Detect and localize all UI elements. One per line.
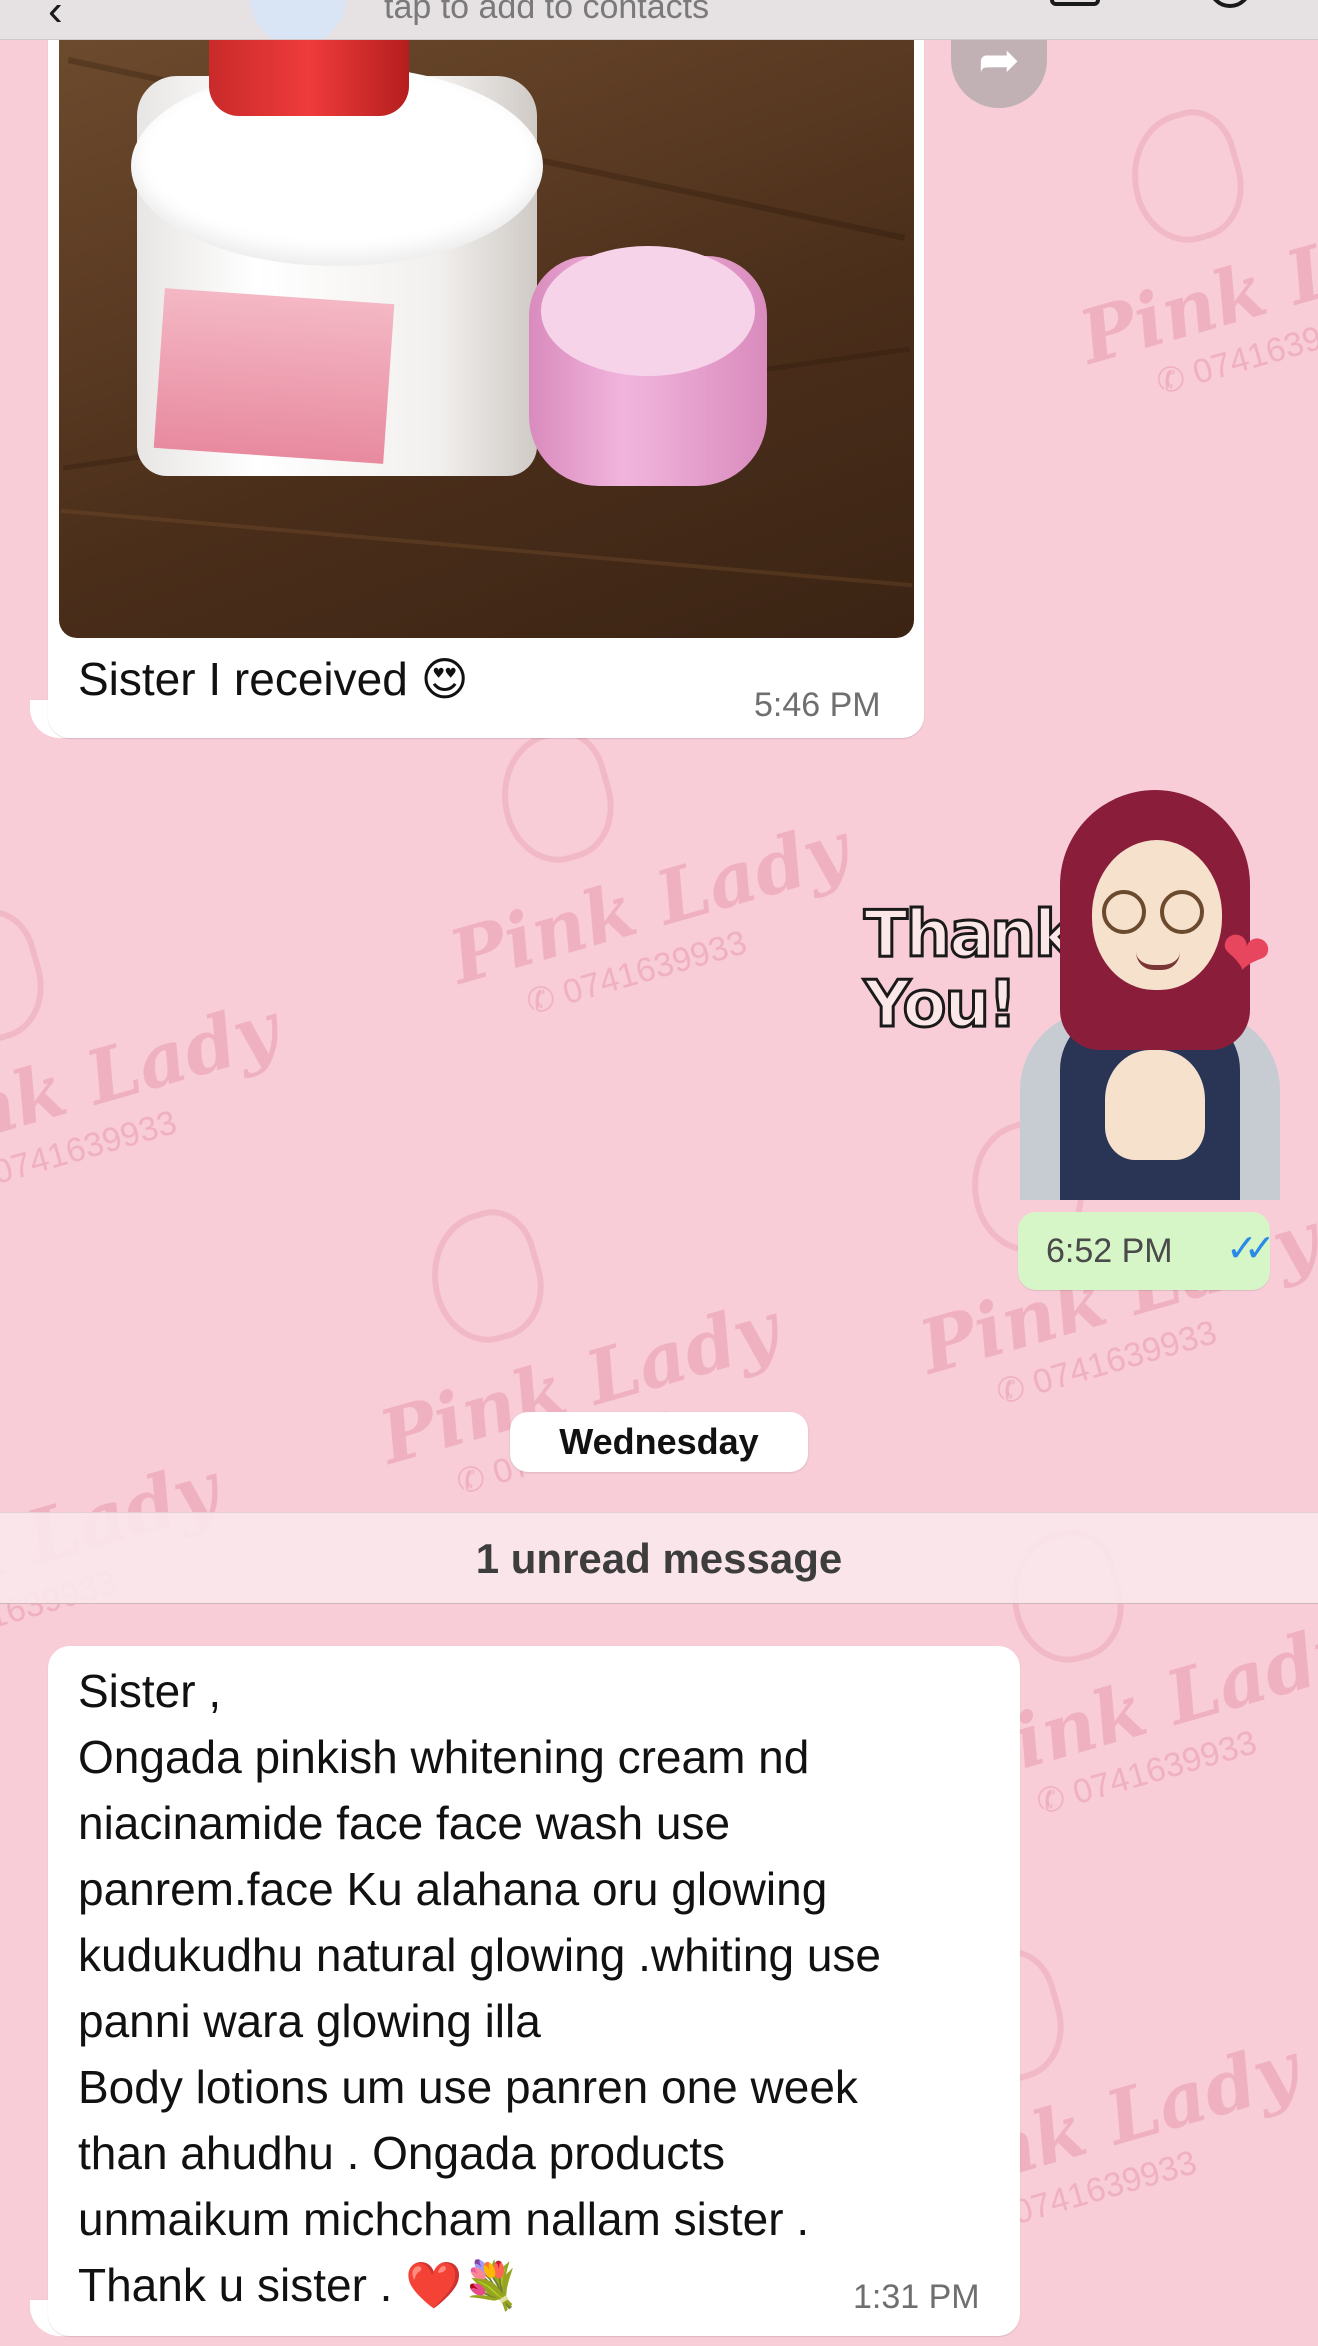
contact-subtitle[interactable]: tap to add to contacts [384, 0, 709, 27]
message-line: unmaikum michcham nallam sister . [78, 2193, 810, 2245]
read-double-check-icon: ✓✓ [1226, 1228, 1276, 1270]
wallpaper-watermark: Pink Lady ✆ 0741639933 [0, 899, 299, 1220]
message-line: Ongada pinkish whitening cream nd [78, 1731, 810, 1783]
message-line: Thank u sister . ❤️💐 [78, 2259, 520, 2311]
video-call-icon[interactable] [1050, 0, 1100, 6]
message-line: than ahudhu . Ongada products [78, 2127, 726, 2179]
sticker-time-badge: 6:52 PM ✓✓ [1018, 1212, 1276, 1290]
sticker-text: Thank You! [863, 898, 1079, 1042]
wallpaper-watermark: Pink Lady ✆ 0741639933 [371, 1199, 799, 1520]
message-line: kudukudhu natural glowing .whiting use [78, 1929, 881, 1981]
voice-call-icon[interactable] [1208, 0, 1252, 8]
unread-messages-banner: 1 unread message [0, 1512, 1318, 1604]
back-arrow-icon[interactable]: ‹ [48, 0, 63, 36]
heart-icon: ❤ [1214, 917, 1276, 992]
wallpaper-watermark: Pink Lady ✆ 0741639933 [441, 719, 869, 1040]
text-message-bubble[interactable]: Sister , Ongada pinkish whitening cream … [48, 1646, 1020, 2336]
message-line: panni wara glowing illa [78, 1995, 541, 2047]
date-separator: Wednesday [510, 1412, 808, 1472]
message-photo[interactable] [59, 26, 914, 638]
message-line: Sister , [78, 1665, 222, 1717]
message-line: panrem.face Ku alahana oru glowing [78, 1863, 828, 1915]
message-line: Body lotions um use panren one week [78, 2061, 858, 2113]
message-line: niacinamide face face wash use [78, 1797, 731, 1849]
message-time: 5:46 PM [754, 686, 881, 724]
image-message-bubble[interactable]: Sister I received 😍 5:46 PM [48, 26, 924, 738]
contact-avatar[interactable] [250, 0, 346, 39]
wallpaper-watermark: Pink Lady ✆ 0741639933 [1071, 99, 1318, 420]
message-caption: Sister I received 😍 [78, 653, 469, 705]
message-time: 6:52 PM [1046, 1232, 1173, 1270]
thank-you-sticker[interactable]: Thank You! ❤ [860, 780, 1280, 1200]
message-time: 1:31 PM [853, 2278, 980, 2316]
chat-header: ‹ tap to add to contacts [0, 0, 1318, 40]
